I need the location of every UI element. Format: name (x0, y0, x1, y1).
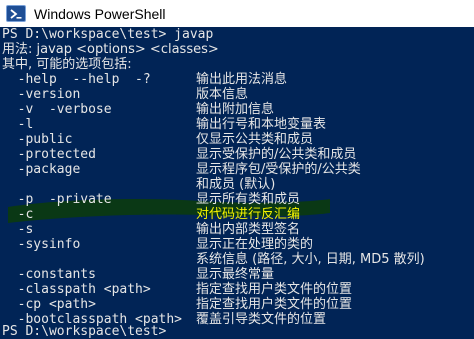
option-flag: -sysinfo (2, 237, 81, 252)
option-flag: -c (2, 207, 34, 222)
option-flag: -constants (2, 267, 96, 282)
option-desc: 输出附加信息 (196, 102, 275, 117)
option-desc: 显示正在处理的类的 (196, 237, 314, 252)
final-prompt-line[interactable]: PS D:\workspace\test> (2, 324, 166, 339)
option-desc: 指定查找用户类文件的位置 (196, 297, 353, 312)
option-desc: 和成员 (默认) (196, 177, 276, 192)
option-desc: 显示所有类和成员 (196, 192, 301, 207)
option-flag: -version (2, 87, 81, 102)
final-prompt: PS D:\workspace\test> (2, 324, 167, 339)
options-intro-line: 其中, 可能的选项包括: (2, 57, 132, 72)
option-flag: -l (2, 117, 34, 132)
option-flag: -public (2, 132, 73, 147)
title-bar[interactable]: Windows PowerShell (0, 0, 474, 27)
option-desc-highlighted: 对代码进行反汇编 (196, 207, 301, 222)
option-desc: 指定查找用户类文件的位置 (196, 282, 353, 297)
usage-line: 用法: javap <options> <classes> (2, 42, 219, 57)
option-flag: -protected (2, 147, 96, 162)
option-desc: 显示最终常量 (196, 267, 275, 282)
window-title: Windows PowerShell (34, 5, 166, 22)
powershell-icon (6, 5, 26, 22)
option-desc: 输出内部类型签名 (196, 222, 301, 237)
option-desc: 仅显示公共类和成员 (196, 132, 314, 147)
option-flag: -help --help -? (2, 72, 151, 87)
option-desc: 版本信息 (196, 87, 249, 102)
option-flag: -cp <path> (2, 297, 96, 312)
option-flag: -v -verbose (2, 102, 112, 117)
option-desc: 系统信息 (路径, 大小, 日期, MD5 散列) (196, 252, 425, 267)
option-flag: -p -private (2, 192, 112, 207)
option-desc: 显示受保护的/公共类和成员 (196, 147, 357, 162)
powershell-window: Windows PowerShell PS D:\workspace\test>… (0, 0, 474, 339)
option-desc: 输出行号和本地变量表 (196, 117, 327, 132)
option-flag: -classpath <path> (2, 282, 151, 297)
option-desc: 显示程序包/受保护的/公共类 (196, 162, 361, 177)
option-desc: 输出此用法消息 (196, 72, 288, 87)
console-output[interactable]: PS D:\workspace\test> javap 用法: javap <o… (0, 27, 474, 339)
option-desc: 覆盖引导类文件的位置 (196, 312, 327, 327)
option-flag: -s (2, 222, 34, 237)
option-flag: -package (2, 162, 81, 177)
prompt-command-line: PS D:\workspace\test> javap (2, 27, 214, 42)
